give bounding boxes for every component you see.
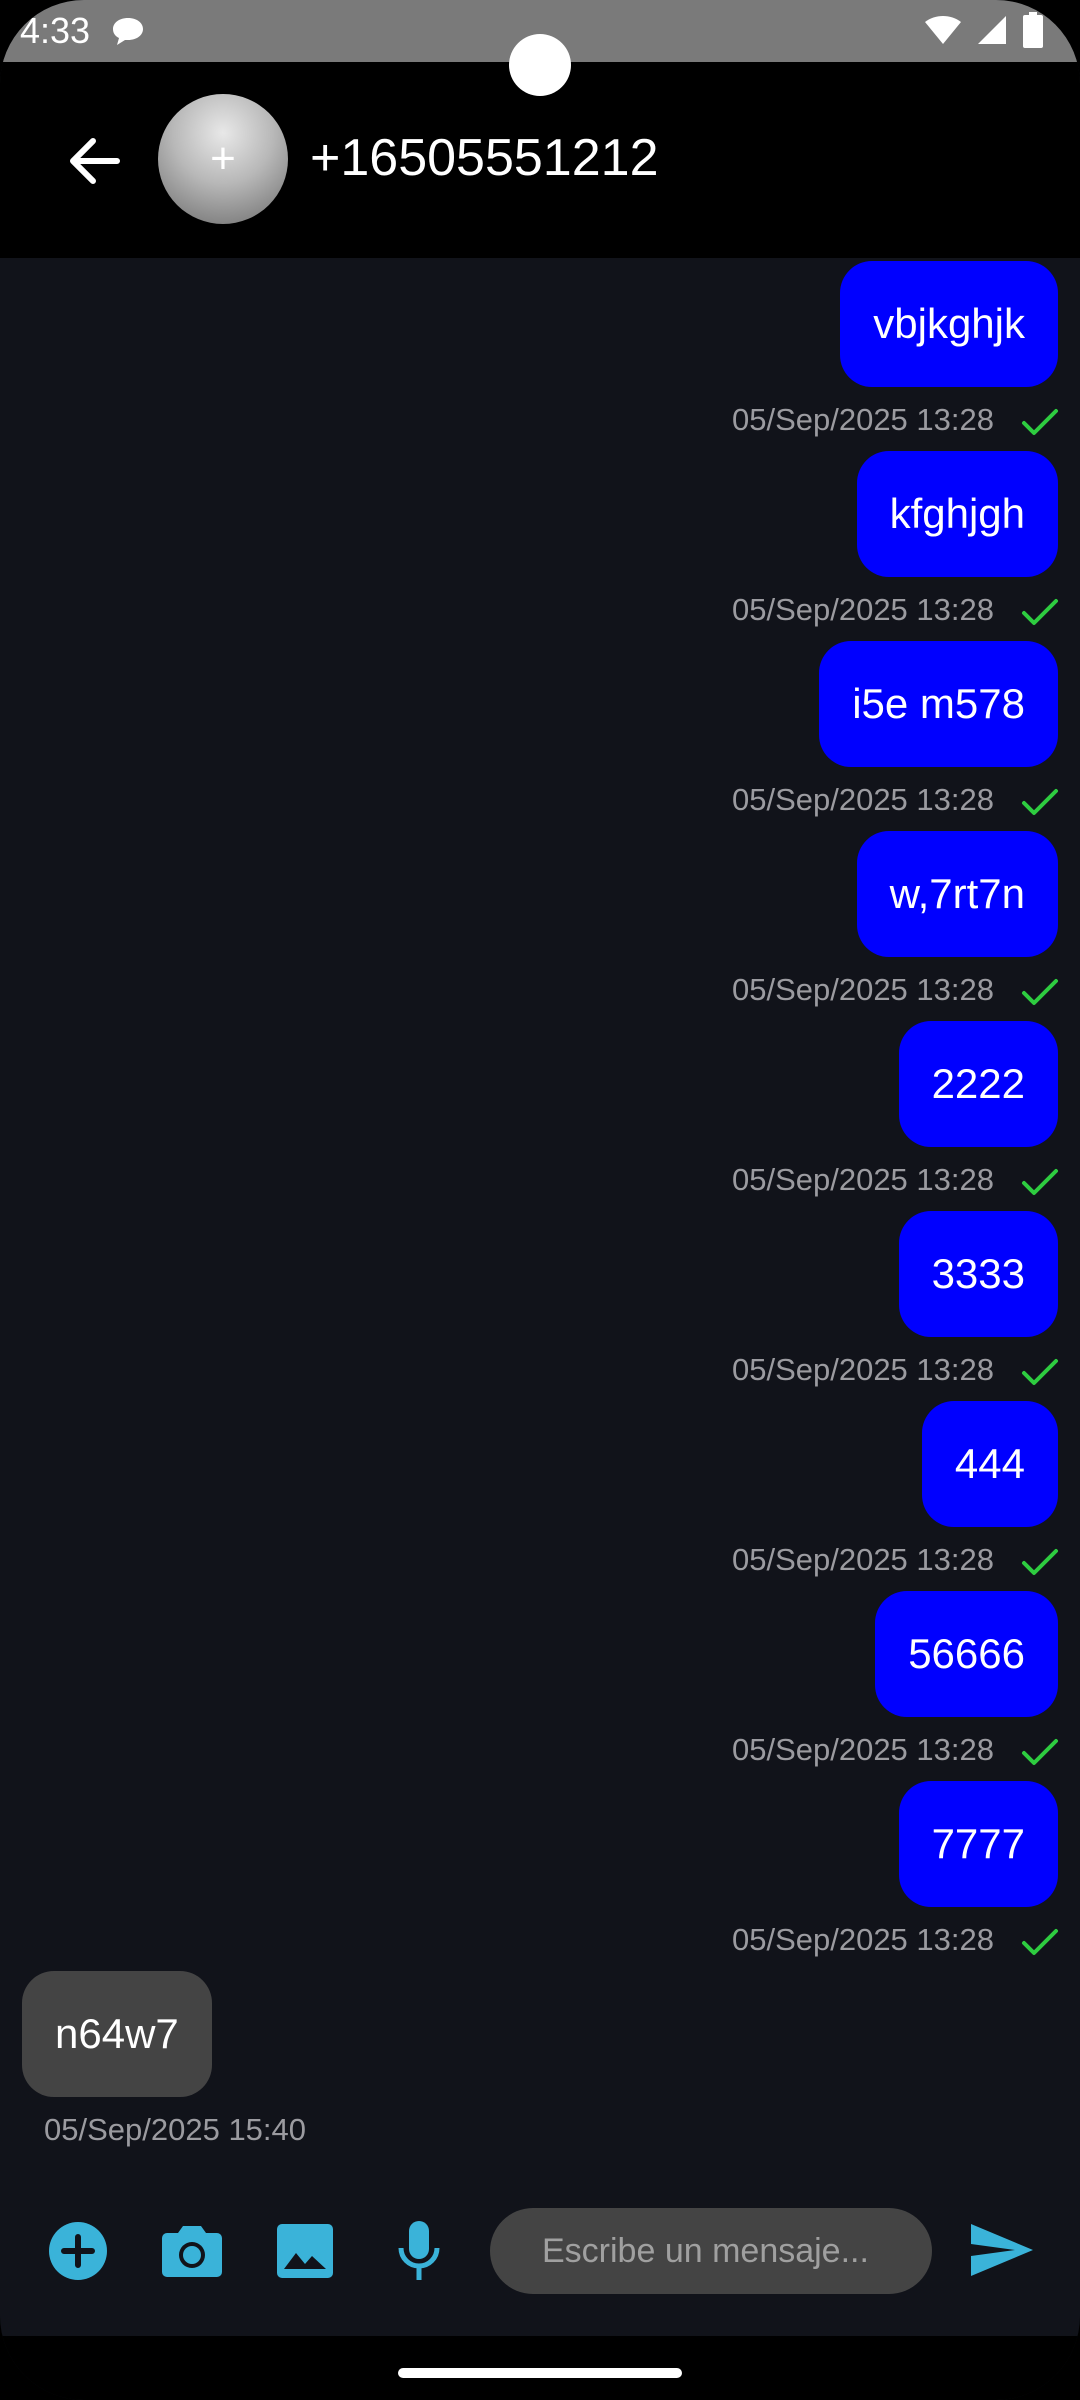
- delivered-check-icon: [1022, 1549, 1058, 1575]
- arrow-left-icon: [70, 138, 120, 184]
- delivered-check-icon: [1022, 1739, 1058, 1765]
- image-icon: [277, 2224, 333, 2278]
- avatar-symbol: +: [210, 134, 236, 183]
- message-list[interactable]: vbjkghjk 05/Sep/2025 13:28 kfghjgh 05/Sep/2…: [0, 258, 1080, 2158]
- delivered-check-icon: [1022, 409, 1058, 435]
- outgoing-message-bubble[interactable]: 7777: [898, 1781, 1058, 1907]
- home-indicator[interactable]: [398, 2368, 682, 2378]
- message-timestamp: 05/Sep/2025 13:28: [731, 1542, 994, 1577]
- delivered-check-icon: [1022, 599, 1058, 625]
- gallery-button[interactable]: [270, 2216, 340, 2286]
- send-button[interactable]: [962, 2210, 1042, 2290]
- outgoing-message-bubble[interactable]: vbjkghjk: [840, 261, 1058, 387]
- signal-icon: [976, 14, 1008, 51]
- avatar[interactable]: +: [158, 94, 288, 224]
- status-icons: [924, 12, 1044, 53]
- incoming-message-bubble[interactable]: n64w7: [22, 1971, 212, 2097]
- composer: [0, 2180, 1080, 2320]
- add-circle-icon: [49, 2222, 107, 2280]
- outgoing-message-bubble[interactable]: 2222: [898, 1021, 1058, 1147]
- message-timestamp: 05/Sep/2025 13:28: [731, 1352, 994, 1387]
- message-timestamp: 05/Sep/2025 13:28: [731, 1922, 994, 1957]
- camera-button[interactable]: [157, 2216, 227, 2286]
- outgoing-message-bubble[interactable]: i5e m578: [819, 641, 1058, 767]
- outgoing-message-bubble[interactable]: 3333: [898, 1211, 1058, 1337]
- outgoing-message-bubble[interactable]: w,7rt7n: [856, 831, 1058, 957]
- camera-cutout: [509, 34, 571, 96]
- chat-screen: 4:33 + +16505551212 vbjkghjk 05/Sep/2025…: [0, 0, 1080, 2400]
- outgoing-message-bubble[interactable]: 56666: [875, 1591, 1058, 1717]
- back-button[interactable]: [58, 124, 132, 198]
- delivered-check-icon: [1022, 979, 1058, 1005]
- delivered-check-icon: [1022, 1929, 1058, 1955]
- delivered-check-icon: [1022, 1169, 1058, 1195]
- message-input[interactable]: [490, 2208, 932, 2294]
- delivered-check-icon: [1022, 789, 1058, 815]
- voice-button[interactable]: [384, 2216, 454, 2286]
- message-timestamp: 05/Sep/2025 15:40: [44, 2112, 307, 2147]
- message-timestamp: 05/Sep/2025 13:28: [731, 592, 994, 627]
- message-timestamp: 05/Sep/2025 13:28: [731, 782, 994, 817]
- message-timestamp: 05/Sep/2025 13:28: [731, 402, 994, 437]
- outgoing-message-bubble[interactable]: kfghjgh: [856, 451, 1058, 577]
- mic-icon: [398, 2221, 440, 2280]
- delivered-check-icon: [1022, 1359, 1058, 1385]
- message-timestamp: 05/Sep/2025 13:28: [731, 1162, 994, 1197]
- add-button[interactable]: [43, 2216, 113, 2286]
- message-timestamp: 05/Sep/2025 13:28: [731, 1732, 994, 1767]
- message-timestamp: 05/Sep/2025 13:28: [731, 972, 994, 1007]
- chat-bubble-icon: [110, 16, 146, 48]
- outgoing-message-bubble[interactable]: 444: [921, 1401, 1058, 1527]
- battery-icon: [1022, 12, 1044, 53]
- navigation-bar: [0, 2336, 1080, 2400]
- wifi-icon: [924, 14, 962, 51]
- camera-icon: [162, 2226, 222, 2277]
- send-icon: [971, 2224, 1033, 2276]
- contact-name[interactable]: +16505551212: [310, 128, 659, 188]
- status-time: 4:33: [20, 10, 91, 51]
